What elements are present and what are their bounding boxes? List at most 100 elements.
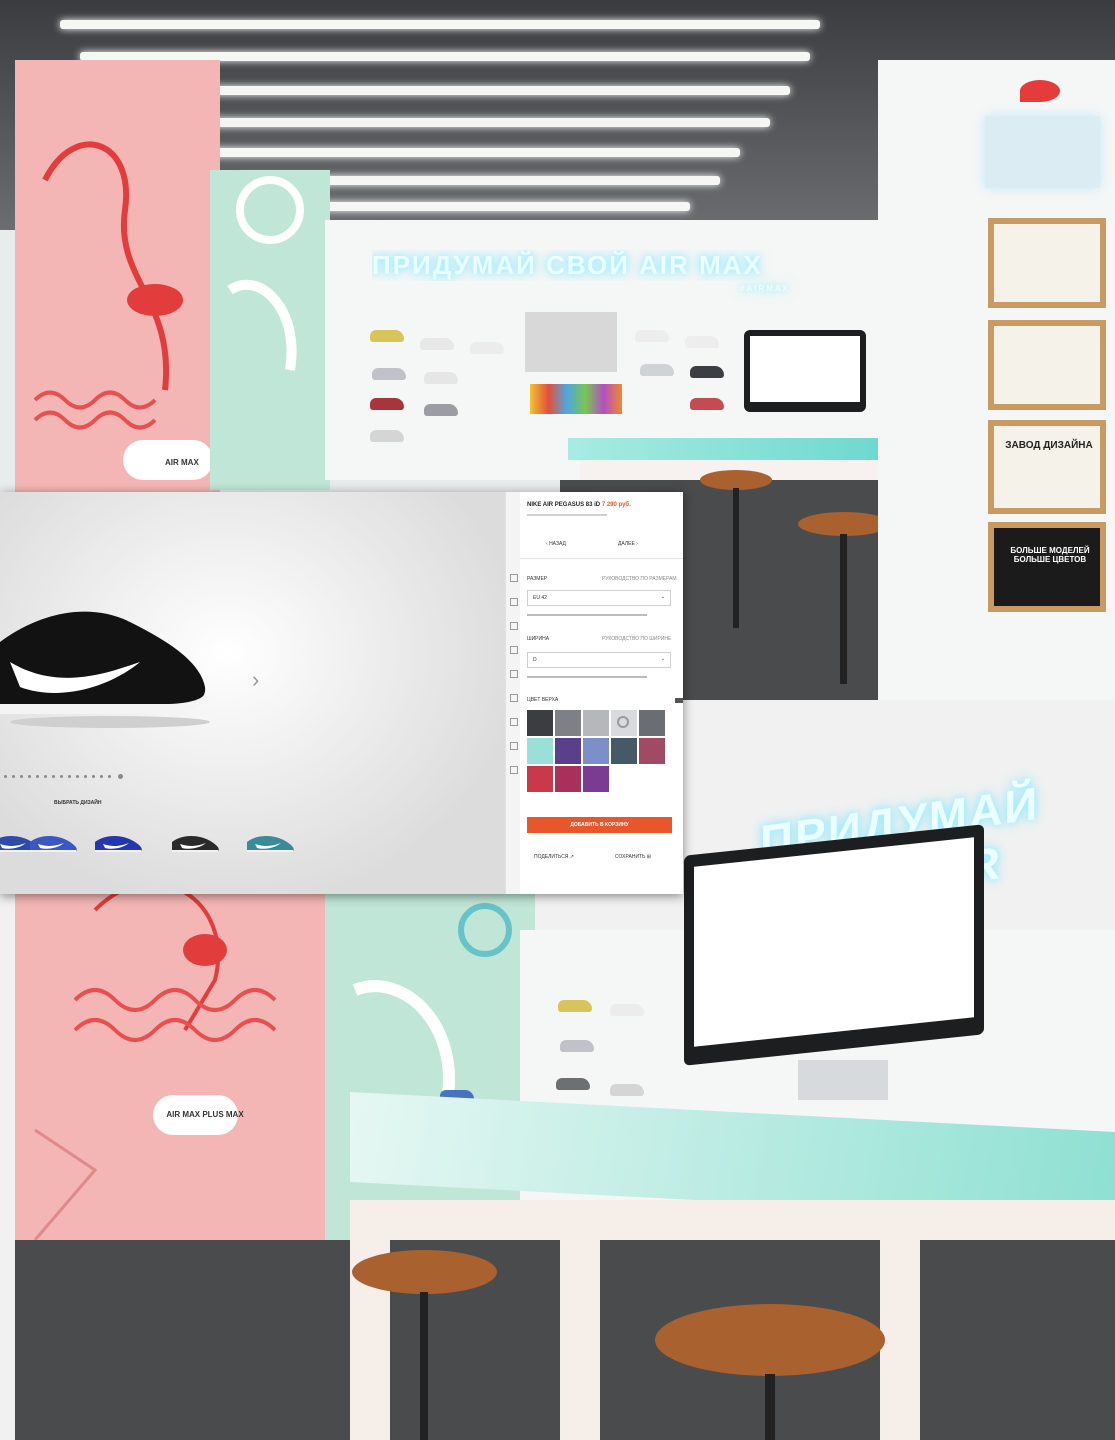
pagination-dot[interactable] <box>4 775 7 778</box>
share-label: ПОДЕЛИТЬСЯ <box>534 854 569 860</box>
ceiling-light <box>200 148 740 157</box>
ceiling-light <box>60 20 820 29</box>
step-icon[interactable] <box>510 742 518 750</box>
step-icon[interactable] <box>510 718 518 726</box>
design-thumbnail[interactable] <box>245 832 297 854</box>
mint-wall-art <box>227 176 304 371</box>
shoe-display <box>685 336 719 348</box>
product-title-text: NIKE AIR PEGASUS 83 iD <box>527 502 601 508</box>
design-caption: ВЫБРАТЬ ДИЗАЙН <box>54 800 102 806</box>
nike-logo <box>1020 80 1060 102</box>
pink-wall-art <box>33 141 213 480</box>
pagination-dot[interactable] <box>44 775 47 778</box>
color-swatch[interactable] <box>611 710 637 736</box>
pagination-dot[interactable] <box>60 775 63 778</box>
step-icon[interactable] <box>510 598 518 606</box>
framed-dark-poster: БОЛЬШЕ МОДЕЛЕЙ БОЛЬШЕ ЦВЕТОВ <box>988 522 1106 612</box>
size-note <box>527 614 647 616</box>
color-swatch[interactable] <box>583 738 609 764</box>
size-value: EU 42 <box>533 595 547 601</box>
pagination-dot[interactable] <box>84 775 87 778</box>
width-note <box>527 676 647 678</box>
design-thumbnail[interactable] <box>28 832 80 854</box>
pagination-dot[interactable] <box>76 775 79 778</box>
chevron-down-icon: ⌄ <box>660 594 665 600</box>
width-guide-link[interactable]: РУКОВОДСТВО ПО ШИРИНЕ <box>602 636 671 642</box>
dark-poster-text: БОЛЬШЕ МОДЕЛЕЙ БОЛЬШЕ ЦВЕТОВ <box>1010 546 1090 564</box>
design-thumbnail[interactable] <box>170 832 222 854</box>
size-select[interactable]: EU 42 ⌄ <box>527 590 671 606</box>
shoe-display <box>424 372 458 384</box>
monitor <box>684 824 984 1066</box>
pagination-dot[interactable] <box>68 775 71 778</box>
step-rail <box>505 492 521 894</box>
pagination-dot-active[interactable] <box>118 774 123 779</box>
shoe-display <box>640 364 674 376</box>
pagination-dot[interactable] <box>28 775 31 778</box>
design-thumbnail[interactable] <box>93 832 145 854</box>
counter-top <box>350 1200 1115 1240</box>
color-swatch[interactable] <box>527 766 553 792</box>
color-swatch[interactable] <box>639 738 665 764</box>
step-icon[interactable] <box>510 694 518 702</box>
shoe-display <box>556 1078 590 1090</box>
pagination-dot[interactable] <box>52 775 55 778</box>
step-icon[interactable] <box>510 766 518 774</box>
shoe-display <box>690 366 724 378</box>
pagination-dot[interactable] <box>20 775 23 778</box>
stool-leg <box>840 534 847 684</box>
customizer-window: › ВЫБРАТЬ ДИЗАЙН NIKE AIR PEGASUS 83 iD … <box>0 492 683 894</box>
pink-wall: AIR MAX <box>15 60 220 500</box>
product-title: NIKE AIR PEGASUS 83 iD 7 290 руб. <box>527 502 631 508</box>
selected-swatch-icon <box>617 716 629 728</box>
width-select[interactable]: D ⌄ <box>527 652 671 668</box>
pagination-dot[interactable] <box>108 775 111 778</box>
next-step-button[interactable]: ДАЛЕЕ › <box>618 541 638 547</box>
pedestal-label: AIR MAX <box>165 458 199 467</box>
color-swatch[interactable] <box>555 738 581 764</box>
counter-leg <box>880 1240 920 1440</box>
next-view-button[interactable]: › <box>252 667 259 693</box>
color-swatch[interactable] <box>527 710 553 736</box>
pagination-dot[interactable] <box>36 775 39 778</box>
chevron-down-icon: ⌄ <box>660 656 665 662</box>
size-guide-link[interactable]: РУКОВОДСТВО ПО РАЗМЕРАМ <box>602 576 677 582</box>
stool-leg <box>420 1292 428 1440</box>
shoe-display <box>420 338 454 350</box>
step-icon[interactable] <box>510 670 518 678</box>
width-label: ШИРИНА <box>527 636 550 642</box>
add-to-cart-button[interactable]: ДОБАВИТЬ В КОРЗИНУ <box>527 817 672 833</box>
pagination-dot[interactable] <box>100 775 103 778</box>
step-icon[interactable] <box>510 622 518 630</box>
pagination-dot[interactable] <box>12 775 15 778</box>
neon-hashtag: #AIRMAX <box>740 284 791 293</box>
color-swatch[interactable] <box>583 710 609 736</box>
product-shoe <box>0 611 210 728</box>
color-swatch[interactable] <box>555 710 581 736</box>
shoe-display <box>635 330 669 342</box>
next-step-label: ДАЛЕЕ <box>618 541 635 547</box>
color-swatch[interactable] <box>583 766 609 792</box>
save-button[interactable]: СОХРАНИТЬ ⊞ <box>615 854 651 860</box>
share-button[interactable]: ПОДЕЛИТЬСЯ ↗ <box>534 854 574 860</box>
shoe-display <box>370 398 404 410</box>
step-icon[interactable] <box>510 646 518 654</box>
divider <box>520 558 683 559</box>
pagination-dot[interactable] <box>92 775 95 778</box>
info-icon[interactable] <box>675 698 683 703</box>
color-swatch[interactable] <box>555 766 581 792</box>
color-swatch[interactable] <box>639 710 665 736</box>
shoe-display <box>610 1004 644 1016</box>
color-swatch[interactable] <box>611 738 637 764</box>
shoe-display <box>558 1000 592 1012</box>
color-swatch[interactable] <box>527 738 553 764</box>
shoe-display <box>424 404 458 416</box>
framed-shoebox <box>988 320 1106 410</box>
stool <box>700 470 772 490</box>
monitor-stand <box>798 1060 888 1100</box>
prev-step-button[interactable]: ‹ НАЗАД <box>546 541 566 547</box>
shoe-display <box>470 342 504 354</box>
width-value: D <box>533 657 537 663</box>
ceiling-light <box>270 202 690 211</box>
step-icon[interactable] <box>510 574 518 582</box>
